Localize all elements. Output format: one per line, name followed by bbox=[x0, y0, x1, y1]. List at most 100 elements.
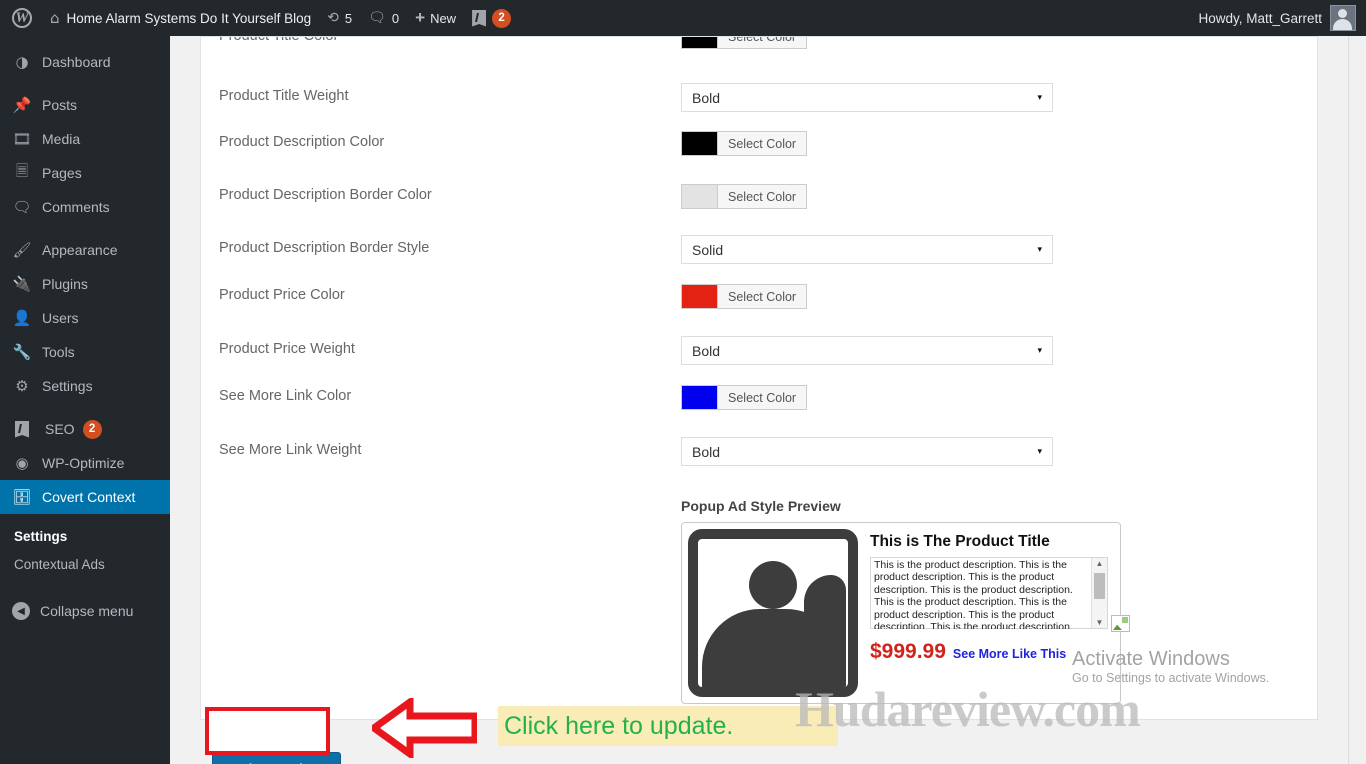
settings-row-product-title-weight: Product Title Weight Bold ▾ bbox=[201, 83, 1317, 112]
sidebar-item-posts[interactable]: 📌 Posts bbox=[0, 88, 170, 122]
field-label: Product Description Border Color bbox=[219, 187, 432, 203]
updates-icon: ⟲ bbox=[327, 10, 339, 26]
preview-heading: Popup Ad Style Preview bbox=[681, 498, 841, 514]
seo-menu[interactable]: 2 bbox=[464, 0, 519, 36]
color-swatch bbox=[682, 185, 717, 208]
activate-windows-title: Activate Windows bbox=[1072, 648, 1230, 670]
color-picker-see-more-link-color[interactable]: Select Color bbox=[681, 385, 808, 410]
settings-row-product-price-color: Product Price Color Select Color bbox=[201, 284, 1317, 313]
media-icon: 🎞 bbox=[12, 130, 32, 148]
field-label: Product Price Weight bbox=[219, 341, 355, 357]
sidebar-item-plugins[interactable]: 🔌 Plugins bbox=[0, 267, 170, 301]
settings-row-see-more-link-color: See More Link Color Select Color bbox=[201, 385, 1317, 414]
account-menu[interactable]: Howdy, Matt_Garrett bbox=[1198, 5, 1366, 31]
select-color-label: Select Color bbox=[717, 285, 807, 308]
sidebar-item-label: Plugins bbox=[42, 276, 88, 292]
chevron-down-icon: ▾ bbox=[1037, 446, 1042, 456]
new-content-menu[interactable]: + New bbox=[407, 0, 464, 36]
select-see-more-link-weight[interactable]: Bold ▾ bbox=[681, 437, 1053, 466]
updates-count: 5 bbox=[344, 10, 353, 26]
comments-count: 0 bbox=[391, 10, 400, 26]
sidebar-item-covert-context[interactable]: 🗄 Covert Context bbox=[0, 480, 178, 514]
select-color-label: Select Color bbox=[717, 132, 807, 155]
updates-menu[interactable]: ⟲ 5 bbox=[319, 0, 360, 36]
settings-sliders-icon: ⚙ bbox=[15, 377, 29, 395]
watermark: Hudareview.com bbox=[795, 681, 1141, 737]
collapse-left-icon: ◀ bbox=[12, 602, 30, 620]
seo-update-badge: 2 bbox=[82, 419, 102, 439]
color-picker-product-description-color[interactable]: Select Color bbox=[681, 131, 808, 156]
select-product-description-border-style[interactable]: Solid ▾ bbox=[681, 235, 1053, 264]
color-picker-product-price-color[interactable]: Select Color bbox=[681, 284, 808, 309]
chevron-down-icon: ▾ bbox=[1037, 92, 1042, 102]
sidebar-item-dashboard[interactable]: ◑ Dashboard bbox=[0, 45, 170, 79]
select-color-label: Select Color bbox=[717, 185, 807, 208]
paintbrush-icon: 🖌 bbox=[12, 241, 32, 259]
comment-bubble-icon: 🗨 bbox=[368, 10, 386, 26]
select-product-title-weight[interactable]: Bold ▾ bbox=[681, 83, 1053, 112]
settings-row-product-description-border-style: Product Description Border Style Solid ▾ bbox=[201, 235, 1317, 264]
settings-panel: Product Title Color Select Color Product… bbox=[200, 36, 1318, 720]
select-product-price-weight[interactable]: Bold ▾ bbox=[681, 336, 1053, 365]
color-swatch bbox=[682, 132, 717, 155]
sidebar-item-label: Comments bbox=[42, 199, 110, 215]
sidebar-subitem-settings[interactable]: Settings bbox=[0, 522, 170, 550]
sidebar-subitem-contextual-ads[interactable]: Contextual Ads bbox=[0, 550, 170, 578]
sidebar-subitem-label: Contextual Ads bbox=[14, 556, 105, 572]
sidebar-item-tools[interactable]: 🔧 Tools bbox=[0, 335, 170, 369]
field-label: Product Description Color bbox=[219, 134, 385, 150]
broken-image-icon bbox=[1111, 615, 1130, 632]
scrollbar-thumb[interactable] bbox=[1094, 573, 1105, 599]
sidebar-item-comments[interactable]: 🗨 Comments bbox=[0, 190, 170, 224]
sidebar-item-label: Tools bbox=[42, 344, 75, 360]
sidebar-item-label: Settings bbox=[42, 378, 93, 394]
settings-row-product-description-color: Product Description Color Select Color bbox=[201, 131, 1317, 160]
preview-product-price: $999.99 bbox=[870, 640, 946, 663]
field-label: Product Price Color bbox=[219, 287, 345, 303]
avatar bbox=[1330, 5, 1356, 31]
sidebar-item-label: SEO bbox=[45, 421, 75, 437]
page-scrollbar[interactable] bbox=[1348, 36, 1366, 764]
sidebar-item-seo[interactable]: SEO 2 bbox=[0, 412, 170, 446]
color-picker-product-description-border-color[interactable]: Select Color bbox=[681, 184, 808, 209]
color-swatch bbox=[682, 386, 717, 409]
sidebar-item-media[interactable]: 🎞 Media bbox=[0, 122, 170, 156]
select-value: Bold bbox=[692, 342, 721, 359]
admin-sidebar: ◑ Dashboard 📌 Posts 🎞 Media 🗏 Pages 🗨 Co… bbox=[0, 36, 178, 764]
comments-menu[interactable]: 🗨 0 bbox=[360, 0, 407, 36]
wordpress-logo-menu[interactable]: W bbox=[0, 0, 42, 36]
preview-description-scrollbar[interactable]: ▲ ▼ bbox=[1091, 558, 1107, 628]
wrench-icon: 🔧 bbox=[12, 343, 32, 361]
sidebar-item-settings[interactable]: ⚙ Settings bbox=[0, 369, 170, 403]
callout-text: Click here to update. bbox=[504, 711, 734, 740]
color-picker-product-title-color[interactable]: Select Color bbox=[681, 37, 808, 49]
preview-see-more-link[interactable]: See More Like This bbox=[953, 647, 1066, 661]
field-label: See More Link Weight bbox=[219, 442, 362, 458]
image-placeholder-icon bbox=[688, 529, 858, 697]
settings-row-see-more-link-weight: See More Link Weight Bold ▾ bbox=[201, 437, 1317, 466]
select-value: Solid bbox=[692, 241, 724, 258]
settings-row-product-title-color: Product Title Color Select Color bbox=[201, 37, 1317, 55]
chevron-down-icon: ▾ bbox=[1037, 244, 1042, 254]
select-color-label: Select Color bbox=[717, 386, 807, 409]
new-label: New bbox=[430, 10, 457, 26]
eye-icon: ◉ bbox=[15, 454, 29, 472]
field-label: Product Title Color bbox=[201, 37, 681, 44]
sidebar-item-pages[interactable]: 🗏 Pages bbox=[0, 156, 170, 190]
scroll-down-icon[interactable]: ▼ bbox=[1092, 618, 1107, 627]
user-icon: 👤 bbox=[12, 309, 32, 327]
scroll-up-icon[interactable]: ▲ bbox=[1092, 559, 1107, 568]
pin-icon: 📌 bbox=[12, 96, 32, 114]
sidebar-item-label: Appearance bbox=[42, 242, 118, 258]
admin-bar: W ⌂ Home Alarm Systems Do It Yourself Bl… bbox=[0, 0, 1366, 36]
sidebar-item-label: Posts bbox=[42, 97, 78, 113]
wordpress-logo-icon: W bbox=[12, 8, 32, 28]
sidebar-item-label: Dashboard bbox=[42, 54, 111, 70]
sidebar-item-wp-optimize[interactable]: ◉ WP-Optimize bbox=[0, 446, 170, 480]
site-name-menu[interactable]: ⌂ Home Alarm Systems Do It Yourself Blog bbox=[42, 0, 319, 36]
collapse-menu-button[interactable]: ◀ Collapse menu bbox=[0, 594, 170, 628]
sidebar-item-users[interactable]: 👤 Users bbox=[0, 301, 170, 335]
pages-icon: 🗏 bbox=[15, 161, 29, 180]
yoast-seo-icon bbox=[472, 9, 487, 27]
sidebar-item-appearance[interactable]: 🖌 Appearance bbox=[0, 233, 170, 267]
